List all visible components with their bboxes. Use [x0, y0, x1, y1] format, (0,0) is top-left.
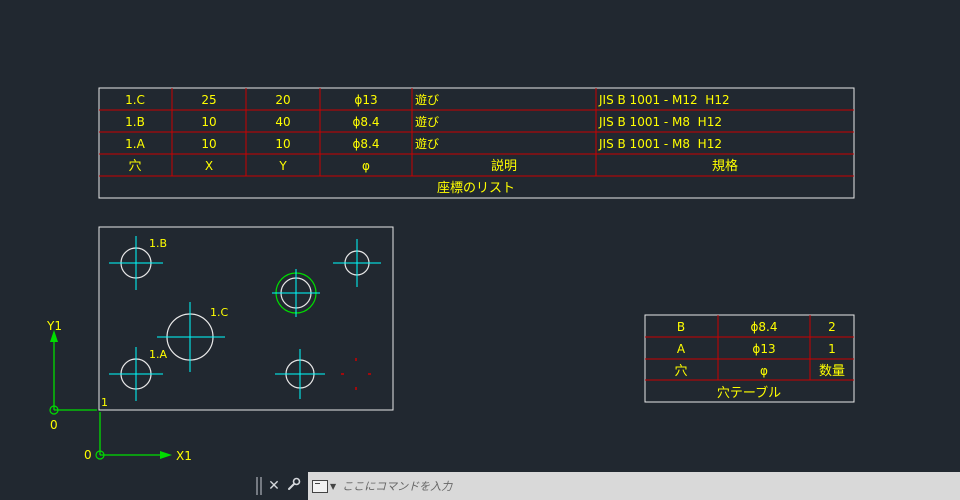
close-icon[interactable]: ✕ [264, 478, 284, 494]
hole-table-header: 数量 [819, 364, 845, 379]
coord-cell: JIS B 1001 - M12 H12 [598, 93, 730, 107]
coord-cell: JIS B 1001 - M8 H12 [598, 137, 722, 151]
coord-cell: 1.A [125, 137, 145, 151]
coordinate-table[interactable]: 1.C 25 20 ϕ13 遊び JIS B 1001 - M12 H12 1.… [98, 87, 855, 199]
ucs-zero-label: 0 [84, 448, 92, 462]
coord-cell: 10 [201, 137, 216, 151]
drawing-canvas[interactable]: 1.C 25 20 ϕ13 遊び JIS B 1001 - M12 H12 1.… [0, 0, 960, 470]
coord-cell: 1.C [125, 93, 145, 107]
coord-header: 穴 [128, 159, 141, 174]
hole-table-cell: A [677, 342, 686, 356]
coord-cell: 25 [201, 93, 216, 107]
ucs-icon-upper[interactable]: Y1 0 [46, 319, 97, 432]
hole-table-cell: 2 [828, 320, 836, 334]
ucs-y1-label: Y1 [46, 319, 62, 333]
coord-header: Y [278, 159, 287, 173]
coord-cell: ϕ13 [354, 93, 377, 107]
hole-label-1b: 1.B [149, 237, 167, 250]
hole-table-cell: 1 [828, 342, 836, 356]
hole-label-1a: 1.A [149, 348, 167, 361]
command-line-bar: ✕ ▼ [254, 472, 960, 500]
ucs-icon-lower[interactable]: 0 X1 [84, 412, 192, 463]
coord-cell: 遊び [415, 114, 439, 129]
command-prompt-icon[interactable] [312, 479, 328, 493]
coord-cell: 40 [275, 115, 290, 129]
coord-cell: 遊び [415, 92, 439, 107]
command-input-area[interactable]: ▼ [308, 472, 960, 500]
coord-cell: 10 [201, 115, 216, 129]
coord-cell: 遊び [415, 136, 439, 151]
hole-selected[interactable] [272, 269, 320, 317]
hole-table-cell: ϕ13 [752, 342, 775, 356]
coord-cell: ϕ8.4 [353, 137, 380, 151]
coord-cell: 10 [275, 137, 290, 151]
hole-top-right[interactable] [333, 239, 381, 287]
coord-cell: 20 [275, 93, 290, 107]
ucs-x1-label: X1 [176, 449, 192, 463]
coord-header: 規格 [712, 158, 738, 174]
coord-table-title: 座標のリスト [437, 181, 515, 196]
wrench-icon[interactable] [284, 477, 304, 495]
coord-cell: 1.B [125, 115, 145, 129]
hole-bottom-middle[interactable] [275, 349, 325, 399]
coord-header: φ [362, 159, 370, 173]
origin-label: 1 [101, 396, 108, 409]
chevron-down-icon[interactable]: ▼ [330, 482, 336, 491]
coord-header: X [205, 159, 213, 173]
hole-table-cell: ϕ8.4 [751, 320, 778, 334]
coord-cell: JIS B 1001 - M8 H12 [598, 115, 722, 129]
hole-table-header: 穴 [674, 364, 687, 379]
ucs-zero-label: 0 [50, 418, 58, 432]
coord-cell: ϕ8.4 [353, 115, 380, 129]
hole-table-header: φ [760, 364, 768, 378]
coord-header: 説明 [491, 158, 517, 174]
hole-table[interactable]: B ϕ8.4 2 A ϕ13 1 穴 φ 数量 穴テーブル [644, 314, 855, 403]
hole-table-cell: B [677, 320, 685, 334]
hole-label-1c: 1.C [210, 306, 228, 319]
drag-handle-icon[interactable] [256, 477, 264, 495]
hidden-hole-marker [341, 358, 371, 390]
hole-table-title: 穴テーブル [717, 385, 781, 401]
command-input[interactable] [342, 479, 903, 493]
